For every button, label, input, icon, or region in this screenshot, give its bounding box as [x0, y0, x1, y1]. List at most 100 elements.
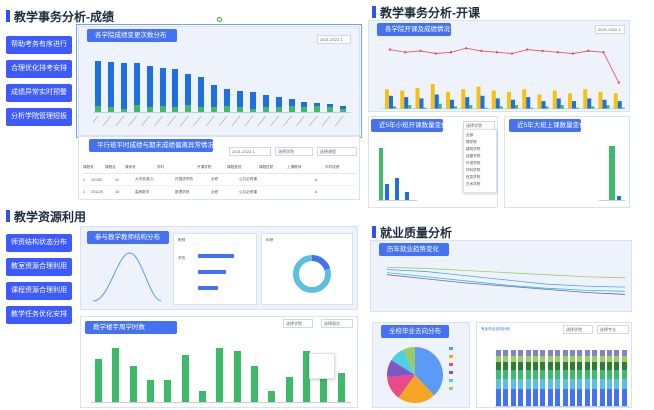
bar-segment [607, 379, 612, 390]
dropdown-item[interactable]: 建筑学院 [464, 146, 496, 153]
bar [233, 351, 241, 402]
bar-segment [614, 350, 620, 356]
bar-segment [570, 370, 575, 380]
bar [465, 97, 470, 109]
bar-segment [577, 379, 583, 390]
dropdown-item[interactable]: 材料学院 [464, 167, 496, 174]
bar [389, 95, 393, 109]
bar [450, 99, 454, 109]
q1-table-panel: 平行班平时成绩与期末成绩偏离异常情况 2021-2022-1 选择学院 选择课程… [78, 136, 360, 200]
title-bars-card: 职称 学历 [173, 233, 257, 305]
bar-segment [584, 350, 590, 356]
bar [129, 365, 137, 402]
bar [216, 347, 224, 402]
bar-segment [525, 370, 531, 380]
bar [552, 90, 557, 109]
q2-small-bars [377, 143, 417, 201]
bar-segment [503, 370, 509, 380]
bar [251, 365, 258, 402]
dropdown-item[interactable]: 全部 [464, 130, 496, 139]
college-select[interactable]: 选择学院 [563, 325, 593, 334]
q4-banner3: 专业毕业去向分布 [481, 327, 510, 331]
side-button-4[interactable]: 分析学院管理短板 [6, 108, 72, 126]
q3-structure-panel: 参与教学教师结构分布 职称 学历 年龄 [80, 226, 358, 310]
side-button-2[interactable]: 教室资源合理利用 [6, 258, 72, 276]
selection-frame [76, 24, 362, 138]
bar-segment [599, 355, 605, 363]
bar [164, 380, 172, 402]
bar-segment [562, 350, 568, 356]
side-button-4[interactable]: 教学任务优化安排 [6, 306, 72, 324]
semester-select-2[interactable]: 2021-2022-1 [229, 147, 271, 156]
table-row[interactable]: 1 101357 41 大学英语(2) 外国语学院 必修 公共必修课 A [83, 174, 357, 186]
side-button-1[interactable]: 帮助考务有序进行 [6, 36, 72, 54]
side-button-2[interactable]: 合理优化排考安排 [6, 60, 72, 78]
q2-combo-chart [381, 47, 625, 109]
bar-segment [599, 389, 605, 406]
bar-segment [555, 350, 561, 356]
q2-large-panel: 近5年大班上课数量变化 [504, 116, 630, 208]
major-select[interactable]: 选择专业 [597, 325, 629, 334]
table-header: 课程号 课程名 课序号 学时 开课学院 课程类别 课程性质 上课教师 平时成绩 [83, 165, 357, 174]
bar [613, 93, 618, 109]
week-select[interactable]: 选择周次 [321, 319, 353, 328]
bar-segment [614, 355, 620, 363]
table-row[interactable]: 2 101125 18 高等数学 数理学院 必修 公共必修课 A [83, 186, 357, 198]
dropdown-item[interactable]: 信息学院 [464, 174, 496, 181]
bar-segment [592, 355, 598, 363]
bar [404, 97, 409, 109]
bar-segment [496, 362, 501, 371]
age-curve [92, 252, 162, 302]
dropdown-item[interactable]: 理学院 [464, 139, 496, 146]
bar-segment [577, 355, 583, 363]
rotate-handle[interactable] [217, 17, 222, 22]
dropdown-item[interactable]: 经管学院 [464, 153, 496, 160]
legend-swatch [449, 355, 453, 358]
dropdown-item[interactable]: 外语学院 [464, 160, 496, 167]
donut-chart [293, 255, 331, 293]
data-table: 课程号 课程名 课序号 学时 开课学院 课程类别 课程性质 上课教师 平时成绩 … [83, 165, 357, 198]
course-select[interactable]: 选择课程 [317, 147, 357, 156]
q4-banner2: 全校毕业去向分布 [381, 325, 449, 338]
bar [609, 146, 615, 200]
side-button-3[interactable]: 课程资源合理利用 [6, 282, 72, 300]
bar [526, 97, 531, 109]
bar-segment [570, 362, 575, 371]
tooltip [309, 353, 335, 379]
side-button-1[interactable]: 师资结构状态分布 [6, 234, 72, 252]
semester-select[interactable]: 2021-2022-1 [595, 25, 625, 34]
dropdown-menu: 全部 理学院 建筑学院 经管学院 外语学院 材料学院 信息学院 艺术学院 [463, 129, 497, 193]
bar [147, 380, 154, 402]
college-select[interactable]: 选择学院 [283, 319, 313, 328]
bar [199, 391, 206, 402]
dropdown-item[interactable]: 艺术学院 [464, 181, 496, 188]
bar-segment [607, 370, 612, 380]
bar [385, 89, 389, 109]
bar-segment [510, 370, 516, 380]
side-button-3[interactable]: 成绩异常实时预警 [6, 84, 72, 102]
bar-segment [518, 389, 524, 406]
bar-segment [547, 379, 553, 390]
bar-segment [577, 350, 583, 356]
bar-segment [621, 370, 627, 380]
q1-side-nav: 帮助考务有序进行 合理优化排考安排 成绩异常实时预警 分析学院管理短板 [6, 36, 72, 126]
bar [379, 148, 383, 200]
college-select[interactable]: 选择学院 [275, 147, 313, 156]
series-line [387, 274, 625, 295]
bar-segment [496, 379, 501, 390]
bar-segment [503, 389, 509, 406]
bar-segment [570, 355, 575, 363]
bar-segment [621, 355, 627, 363]
bar-segment [592, 379, 598, 390]
bar-segment [525, 350, 531, 356]
bar-segment [570, 379, 575, 390]
bar [617, 101, 622, 109]
bar [181, 354, 189, 402]
bar [541, 101, 546, 109]
bar-segment [614, 370, 620, 380]
bar-segment [540, 350, 546, 356]
q2-chart-panel: 各学院开课及成绩情况 2021-2022-1 [368, 20, 630, 112]
bar-segment [496, 370, 501, 380]
legend-swatch [449, 371, 453, 374]
bar-segment [540, 389, 546, 406]
